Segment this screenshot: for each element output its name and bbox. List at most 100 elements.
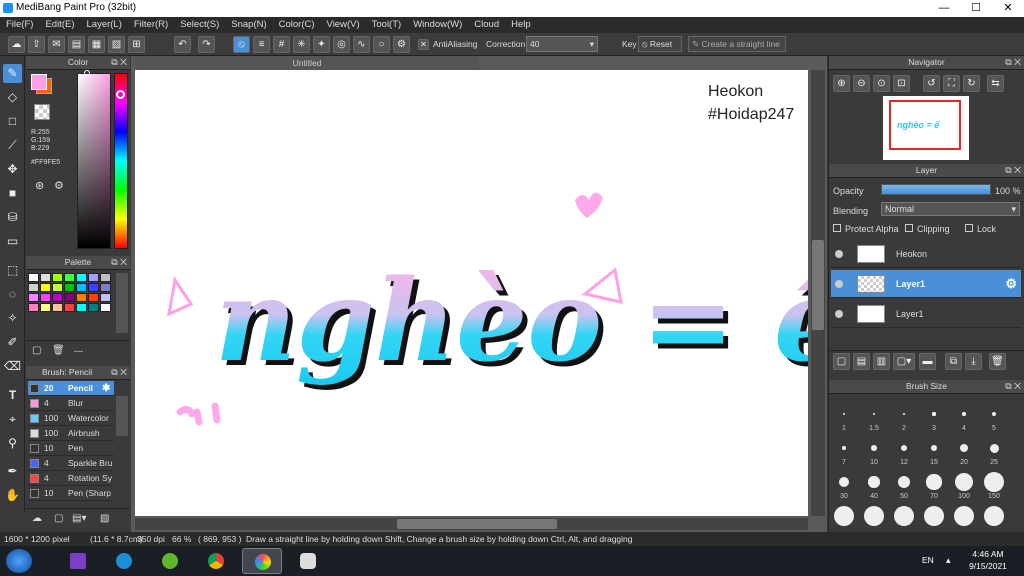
- move-tool-icon[interactable]: ✥: [3, 160, 22, 179]
- add-brush-icon[interactable]: ▤▾: [72, 513, 86, 524]
- eye-icon[interactable]: [835, 310, 843, 318]
- protect-alpha-checkbox[interactable]: [833, 224, 841, 232]
- fit-window-icon[interactable]: ⛶: [943, 75, 960, 92]
- new-document-icon[interactable]: ▤: [68, 36, 85, 53]
- brush-size-dot[interactable]: [864, 506, 884, 526]
- trash-icon[interactable]: 🗑: [989, 353, 1006, 370]
- straight-line-button[interactable]: ✎ Create a straight line: [688, 36, 786, 52]
- brush-size-dot[interactable]: [897, 475, 911, 489]
- lock-checkbox[interactable]: [965, 224, 973, 232]
- brush-size-dot[interactable]: [843, 413, 845, 415]
- vertical-scrollbar[interactable]: [811, 70, 825, 516]
- snap-off-icon[interactable]: ⦸: [233, 36, 250, 53]
- horizontal-scrollbar[interactable]: [135, 518, 808, 530]
- brush-size-dot[interactable]: [991, 411, 996, 416]
- palette-swatch[interactable]: [28, 303, 39, 312]
- eraser-tool-icon[interactable]: ◇: [3, 88, 22, 107]
- export-icon[interactable]: ▧: [108, 36, 125, 53]
- menu-filter[interactable]: Filter(R): [128, 17, 174, 33]
- brush-item[interactable]: 20 Pencil ✱: [28, 381, 114, 396]
- brush-item[interactable]: 100 Airbrush: [28, 426, 114, 441]
- palette-swatch[interactable]: [40, 283, 51, 292]
- brush-item[interactable]: 10 Pen (Sharp: [28, 486, 114, 501]
- saturation-value-picker[interactable]: [77, 73, 111, 249]
- pen-tool-icon[interactable]: ✒: [3, 462, 22, 481]
- clipping-checkbox[interactable]: [905, 224, 913, 232]
- brush-size-dot[interactable]: [926, 474, 942, 490]
- eye-icon[interactable]: [835, 250, 843, 258]
- minimize-button[interactable]: —: [928, 0, 960, 17]
- taskbar-medibang[interactable]: [242, 548, 282, 574]
- eyedropper-tool-icon[interactable]: ⚲: [3, 434, 22, 453]
- taskbar-paint[interactable]: [288, 548, 328, 574]
- correction-select[interactable]: 40 ▾: [526, 36, 598, 52]
- settings-icon[interactable]: ⊞: [128, 36, 145, 53]
- comment-icon[interactable]: ✉: [48, 36, 65, 53]
- circle-snap-icon[interactable]: ○: [373, 36, 390, 53]
- menu-layer[interactable]: Layer(L): [81, 17, 128, 33]
- palette-swatch[interactable]: [64, 303, 75, 312]
- brush-item[interactable]: 4 Sparkle Bru: [28, 456, 114, 471]
- fill-shape-icon[interactable]: ■: [3, 184, 22, 203]
- share-icon[interactable]: ⇪: [28, 36, 45, 53]
- palette-swatch[interactable]: [28, 293, 39, 302]
- tray-arrow-icon[interactable]: ▴: [946, 555, 951, 566]
- actual-size-icon[interactable]: ⊡: [893, 75, 910, 92]
- brush-size-dot[interactable]: [989, 443, 999, 453]
- drawing-canvas[interactable]: Heokon #Hoidap247 nghèo = ế nghèo = ế: [135, 70, 808, 516]
- text-tool-icon[interactable]: T: [3, 386, 22, 405]
- palette-swatch[interactable]: [100, 293, 111, 302]
- close-icon[interactable]: ⧉ ✕: [111, 366, 127, 379]
- magic-wand-icon[interactable]: ✧: [3, 309, 22, 328]
- layer-row[interactable]: Layer1: [831, 300, 1021, 328]
- select-pen-icon[interactable]: ✐: [3, 333, 22, 352]
- curve-snap-icon[interactable]: ∿: [353, 36, 370, 53]
- antialiasing-checkbox[interactable]: ✕: [418, 39, 429, 50]
- brush-size-dot[interactable]: [900, 444, 908, 452]
- hue-cursor[interactable]: [116, 90, 125, 99]
- brush-size-dot[interactable]: [834, 506, 854, 526]
- parallel-snap-icon[interactable]: ≡: [253, 36, 270, 53]
- brush-item[interactable]: 4 Rotation Sy: [28, 471, 114, 486]
- zoom-out-icon[interactable]: ⊖: [853, 75, 870, 92]
- menu-snap[interactable]: Snap(N): [225, 17, 272, 33]
- brush-item[interactable]: 4 Blur: [28, 396, 114, 411]
- color-settings-icon[interactable]: ⚙: [54, 179, 64, 192]
- new-8bit-layer-icon[interactable]: ▥: [873, 353, 890, 370]
- opacity-slider[interactable]: [881, 184, 991, 195]
- brush-size-dot[interactable]: [924, 506, 944, 526]
- gear-icon[interactable]: ⚙: [1005, 270, 1017, 298]
- palette-swatch[interactable]: [100, 283, 111, 292]
- palette-swatch[interactable]: [52, 293, 63, 302]
- brush-size-dot[interactable]: [839, 477, 849, 487]
- brush-settings-icon[interactable]: ▧: [100, 513, 109, 524]
- rotate-right-icon[interactable]: ↻: [963, 75, 980, 92]
- eye-icon[interactable]: [835, 280, 843, 288]
- menu-view[interactable]: View(V): [321, 17, 366, 33]
- brush-size-dot[interactable]: [959, 443, 969, 453]
- brush-size-dot[interactable]: [894, 506, 914, 526]
- select-eraser-icon[interactable]: ⌫: [3, 357, 22, 376]
- menu-window[interactable]: Window(W): [407, 17, 468, 33]
- palette-swatch[interactable]: [100, 273, 111, 282]
- menu-select[interactable]: Select(S): [174, 17, 225, 33]
- new-halftone-layer-icon[interactable]: ▤: [853, 353, 870, 370]
- trash-icon[interactable]: 🗑: [52, 345, 65, 356]
- palette-swatch[interactable]: [28, 273, 39, 282]
- undo-icon[interactable]: ↶: [174, 36, 191, 53]
- rotate-left-icon[interactable]: ↺: [923, 75, 940, 92]
- clock[interactable]: 4:46 AM 9/15/2021: [958, 548, 1018, 572]
- transparent-swatch[interactable]: [34, 104, 50, 120]
- brush-size-dot[interactable]: [872, 412, 876, 416]
- reset-button[interactable]: ⦸ Reset: [638, 36, 682, 52]
- rectangle-tool-icon[interactable]: □: [3, 112, 22, 131]
- zoom-fit-icon[interactable]: ⊙: [873, 75, 890, 92]
- save-icon[interactable]: ▦: [88, 36, 105, 53]
- dot-tool-icon[interactable]: ⟋: [3, 136, 22, 155]
- close-icon[interactable]: ⧉ ✕: [1005, 164, 1021, 177]
- add-layer-menu-icon[interactable]: ▢▾: [893, 353, 915, 370]
- palette-swatch[interactable]: [88, 303, 99, 312]
- hand-tool-icon[interactable]: ✋: [3, 486, 22, 505]
- operation-tool-icon[interactable]: ⌖: [3, 410, 22, 429]
- brush-size-dot[interactable]: [984, 506, 1004, 526]
